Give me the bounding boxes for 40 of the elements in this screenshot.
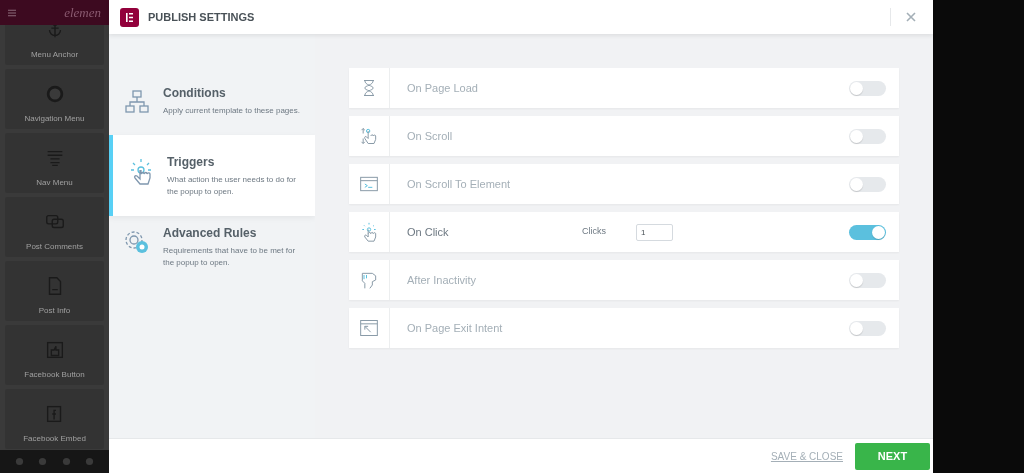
- next-button[interactable]: NEXT: [855, 442, 930, 470]
- footer-icon[interactable]: [15, 457, 25, 466]
- footer-icon[interactable]: [38, 457, 48, 466]
- widget-tile[interactable]: Post Info: [5, 261, 104, 321]
- clicks-input[interactable]: 1: [636, 223, 673, 241]
- trigger-row: On Scroll To Element: [349, 164, 899, 204]
- settings-tab[interactable]: Conditions Apply current template to these pages.: [109, 76, 315, 125]
- window-exit-icon: [359, 317, 379, 339]
- toggle-switch[interactable]: [849, 80, 886, 96]
- settings-tab[interactable]: Triggers What action the user needs to do for the popup to open.: [109, 135, 315, 216]
- widget-tile[interactable]: Post Comments: [5, 197, 104, 257]
- toggle-switch[interactable]: [849, 176, 886, 192]
- field-label: Clicks: [582, 225, 606, 239]
- close-icon: [906, 12, 916, 22]
- widget-tile[interactable]: Facebook Embed: [5, 389, 104, 449]
- trigger-row: On Page Exit Intent: [349, 308, 899, 348]
- toggle-switch[interactable]: [849, 128, 886, 144]
- trigger-row: On Page Load: [349, 68, 899, 108]
- trigger-row: On Scroll: [349, 116, 899, 156]
- settings-tab[interactable]: Advanced Rules Requirements that have to be met for the popup to open.: [109, 216, 315, 277]
- modal-title: PUBLISH SETTINGS: [148, 9, 255, 25]
- widget-tile[interactable]: Facebook Button: [5, 325, 104, 385]
- tap-hand-icon: [128, 158, 154, 186]
- gears-icon: [123, 229, 151, 255]
- toggle-switch[interactable]: [849, 320, 886, 336]
- trigger-row: After Inactivity: [349, 260, 899, 300]
- logo-text: elemen: [64, 3, 101, 22]
- toggle-switch[interactable]: [849, 224, 886, 240]
- trigger-row: On Click Clicks 1: [349, 212, 899, 252]
- logo-icon: [120, 7, 139, 27]
- widget-tile[interactable]: Navigation Menu: [5, 69, 104, 129]
- tap-hand-icon: [359, 221, 379, 243]
- footer-icon[interactable]: [61, 457, 71, 466]
- menu-icon[interactable]: [8, 7, 17, 18]
- widget-tile[interactable]: Menu Anchor: [5, 25, 104, 65]
- toggle-switch[interactable]: [849, 272, 886, 288]
- sitemap-icon: [124, 89, 150, 115]
- scroll-hand-icon: [359, 125, 379, 147]
- widget-tile[interactable]: Nav Menu: [5, 133, 104, 193]
- footer-icon[interactable]: [84, 457, 94, 466]
